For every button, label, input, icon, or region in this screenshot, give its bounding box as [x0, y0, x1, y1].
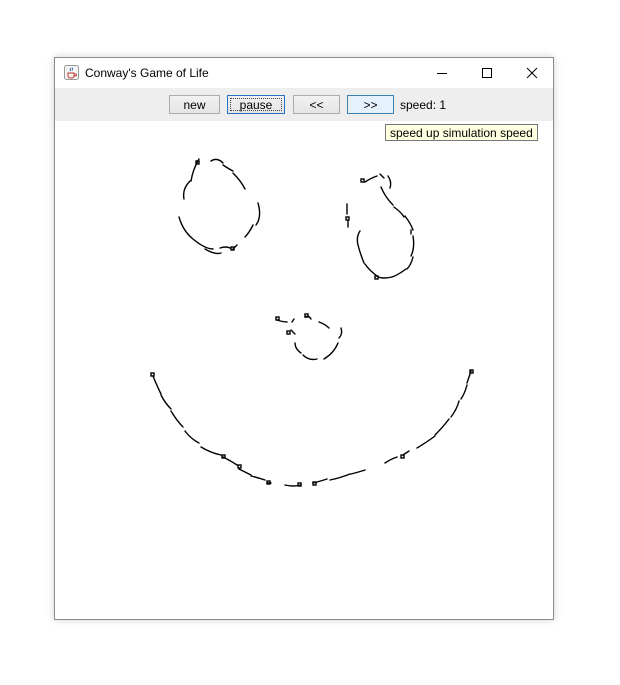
- focus-indicator: [230, 98, 282, 111]
- java-cup-icon: [64, 65, 79, 80]
- slower-button[interactable]: <<: [293, 95, 340, 114]
- cell-pattern: [150, 158, 474, 487]
- minimize-icon: [436, 73, 447, 74]
- close-button[interactable]: [509, 58, 554, 88]
- close-icon: [526, 67, 537, 79]
- scattered-cells: [150, 160, 474, 487]
- mouth-cells: [152, 370, 472, 487]
- left-eye-cells: [178, 158, 261, 255]
- window-title: Conway's Game of Life: [85, 66, 209, 80]
- control-toolbar: new pause << >> speed: 1: [55, 88, 553, 121]
- right-eye-cells: [346, 173, 415, 279]
- maximize-button[interactable]: [464, 58, 509, 88]
- new-button[interactable]: new: [169, 95, 220, 114]
- speed-up-tooltip: speed up simulation speed: [385, 124, 538, 141]
- faster-button[interactable]: >>: [347, 95, 394, 114]
- app-window: Conway's Game of Life new pause << >> sp…: [54, 57, 554, 620]
- pause-button[interactable]: pause: [227, 95, 285, 114]
- life-grid-canvas[interactable]: [55, 121, 553, 619]
- title-bar[interactable]: Conway's Game of Life: [55, 58, 553, 88]
- minimize-button[interactable]: [419, 58, 464, 88]
- speed-label: speed: 1: [400, 98, 447, 112]
- nose-cells: [276, 315, 343, 361]
- maximize-icon: [481, 68, 492, 78]
